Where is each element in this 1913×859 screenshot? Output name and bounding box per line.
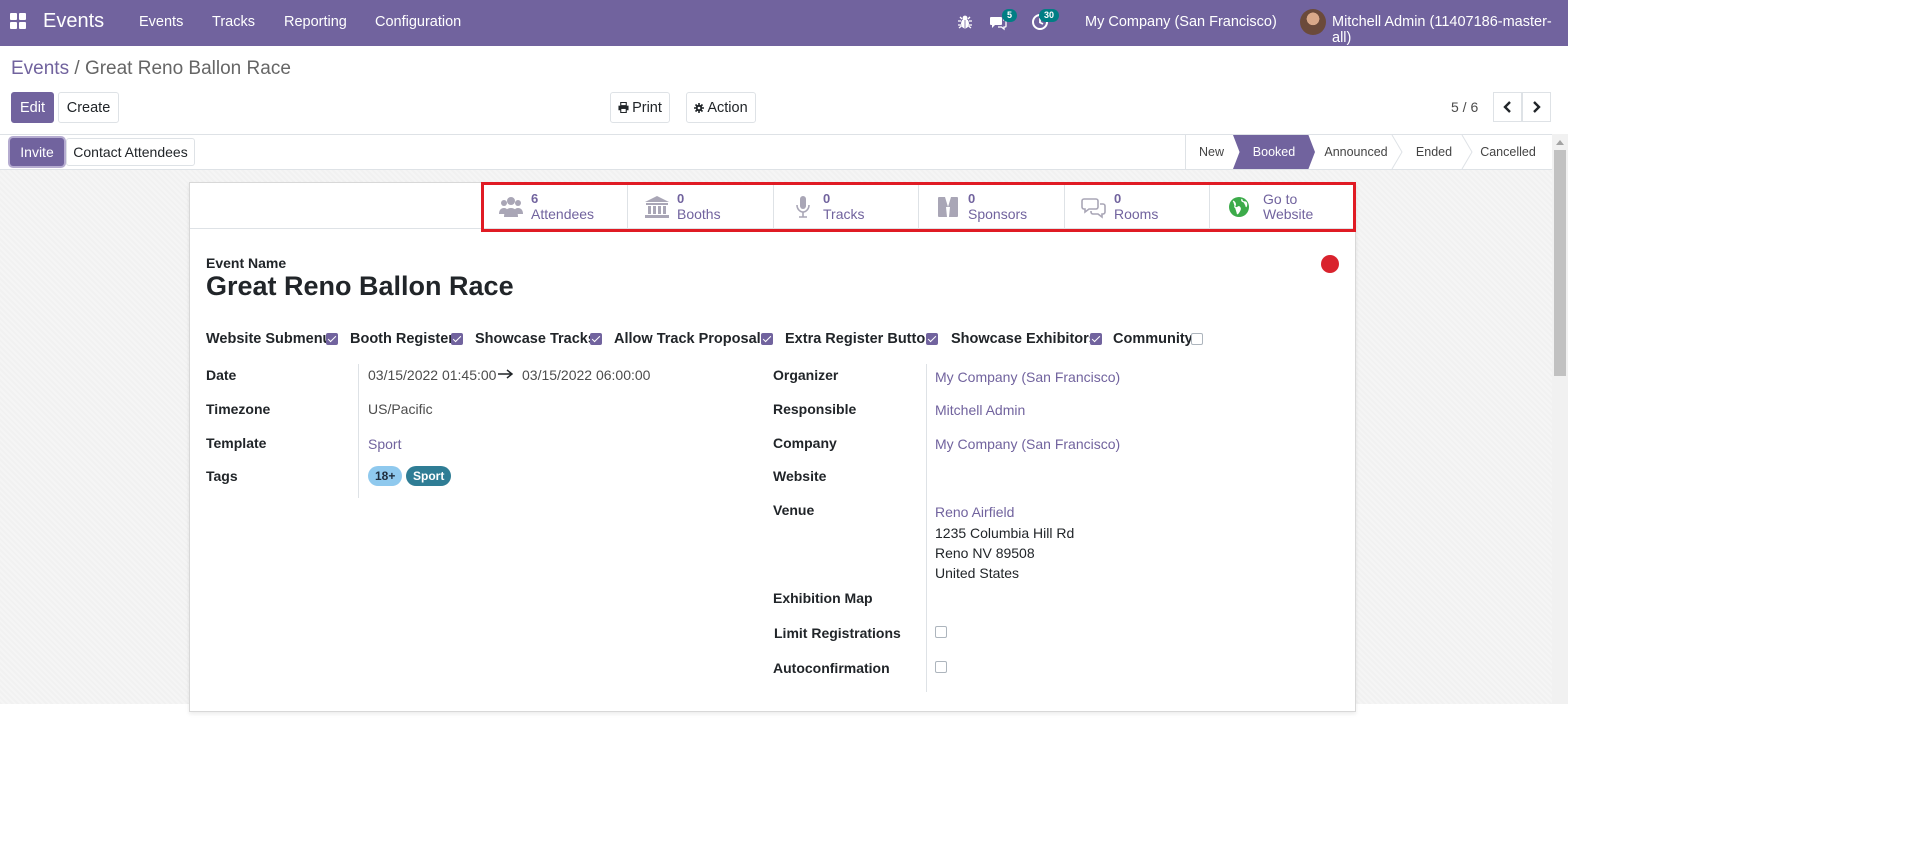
organizer-label: Organizer	[773, 367, 839, 383]
action-label: Action	[707, 99, 748, 116]
breadcrumb: Events / Great Reno Ballon Race	[11, 58, 291, 80]
stage-ended[interactable]: Ended	[1404, 135, 1464, 169]
action-button[interactable]: Action	[686, 92, 756, 123]
exhibition-map-label: Exhibition Map	[773, 590, 873, 606]
limit-registrations-checkbox[interactable]	[935, 626, 947, 638]
invite-button[interactable]: Invite	[10, 138, 64, 166]
debug-bug-icon[interactable]	[957, 14, 973, 30]
venue-label: Venue	[773, 502, 815, 518]
tags-label: Tags	[206, 468, 238, 484]
venue-link[interactable]: Reno Airfield	[935, 504, 1014, 520]
limit-registrations-label: Limit Registrations	[774, 625, 901, 641]
event-name-label: Event Name	[206, 255, 287, 271]
website-submenu-checkbox[interactable]	[326, 333, 338, 345]
company-link[interactable]: My Company (San Francisco)	[935, 436, 1120, 452]
booth-register-checkbox[interactable]	[451, 333, 463, 345]
event-name-field[interactable]: Great Reno Ballon Race	[206, 271, 514, 302]
booth-register-label: Booth Register	[350, 331, 454, 347]
stage-cancelled[interactable]: Cancelled	[1474, 135, 1542, 169]
website-label: Website	[773, 468, 827, 484]
showcase-tracks-label: Showcase Tracks	[475, 331, 596, 347]
top-navbar: Events Events Tracks Reporting Configura…	[0, 0, 1568, 46]
responsible-link[interactable]: Mitchell Admin	[935, 402, 1025, 418]
allow-track-proposals-checkbox[interactable]	[761, 333, 773, 345]
stage-announced[interactable]: Announced	[1315, 135, 1397, 169]
create-button[interactable]: Create	[58, 92, 119, 123]
community-checkbox[interactable]	[1191, 333, 1203, 345]
stage-separator	[1461, 135, 1473, 169]
tag-badge[interactable]: Sport	[406, 466, 452, 486]
organizer-link[interactable]: My Company (San Francisco)	[935, 369, 1120, 385]
menu-events[interactable]: Events	[139, 14, 183, 30]
contact-attendees-button[interactable]: Contact Attendees	[66, 138, 195, 166]
stage-booked[interactable]: Booked	[1233, 135, 1315, 169]
messages-count-badge: 5	[1002, 9, 1018, 22]
responsible-label: Responsible	[773, 401, 857, 417]
vertical-scrollbar[interactable]	[1552, 134, 1568, 704]
venue-country: United States	[935, 565, 1020, 581]
autoconfirmation-checkbox[interactable]	[935, 661, 947, 673]
showcase-exhibitors-label: Showcase Exhibitors	[951, 331, 1097, 347]
venue-street: 1235 Columbia Hill Rd	[935, 525, 1075, 541]
print-button[interactable]: Print	[610, 92, 670, 123]
arrow-right-icon	[498, 369, 514, 379]
app-title[interactable]: Events	[43, 10, 104, 33]
extra-register-button-checkbox[interactable]	[926, 333, 938, 345]
menu-configuration[interactable]: Configuration	[375, 14, 461, 30]
date-begin-field[interactable]: 03/15/2022 01:45:00	[368, 367, 496, 383]
stage-new[interactable]: New	[1185, 135, 1237, 169]
community-label: Community	[1113, 331, 1193, 347]
date-label: Date	[206, 367, 237, 383]
printer-icon	[618, 102, 629, 113]
venue-city: Reno NV 89508	[935, 545, 1035, 561]
breadcrumb-separator: /	[74, 58, 80, 79]
form-statusbar: Invite Contact Attendees New Booked Anno…	[0, 134, 1552, 170]
pager-next-button[interactable]	[1522, 92, 1551, 122]
company-switcher[interactable]: My Company (San Francisco)	[1085, 14, 1277, 30]
breadcrumb-current: Great Reno Ballon Race	[84, 58, 291, 79]
smart-buttons-highlight-box	[481, 182, 1356, 232]
autoconfirmation-label: Autoconfirmation	[773, 660, 890, 676]
pager-value[interactable]: 5 / 6	[1451, 99, 1478, 115]
template-label: Template	[206, 435, 267, 451]
timezone-field[interactable]: US/Pacific	[368, 401, 433, 417]
pager-previous-button[interactable]	[1493, 92, 1522, 122]
menu-reporting[interactable]: Reporting	[284, 14, 347, 30]
stage-separator	[1391, 135, 1403, 169]
field-divider	[358, 364, 359, 498]
chevron-right-icon	[1533, 101, 1541, 113]
tag-badge[interactable]: 18+	[368, 466, 403, 486]
showcase-tracks-checkbox[interactable]	[590, 333, 602, 345]
date-end-field[interactable]: 03/15/2022 06:00:00	[522, 367, 650, 383]
menu-tracks[interactable]: Tracks	[212, 14, 255, 30]
timezone-label: Timezone	[206, 401, 271, 417]
user-menu[interactable]: Mitchell Admin (11407186-master-all)	[1332, 14, 1568, 46]
website-submenu-label: Website Submenu	[206, 331, 332, 347]
template-link[interactable]: Sport	[368, 436, 401, 452]
app-menu-grid-icon[interactable]	[10, 13, 28, 31]
extra-register-button-label: Extra Register Button	[785, 331, 935, 347]
company-label: Company	[773, 435, 837, 451]
chevron-left-icon	[1503, 101, 1511, 113]
print-label: Print	[632, 99, 662, 116]
field-divider	[926, 364, 927, 692]
gear-icon	[694, 102, 705, 113]
activities-count-badge: 30	[1039, 9, 1060, 22]
breadcrumb-events-link[interactable]: Events	[11, 58, 69, 79]
allow-track-proposals-label: Allow Track Proposals	[614, 331, 769, 347]
user-avatar[interactable]	[1300, 9, 1326, 35]
showcase-exhibitors-checkbox[interactable]	[1090, 333, 1102, 345]
kanban-state-indicator[interactable]	[1321, 255, 1339, 273]
edit-button[interactable]: Edit	[11, 92, 54, 123]
